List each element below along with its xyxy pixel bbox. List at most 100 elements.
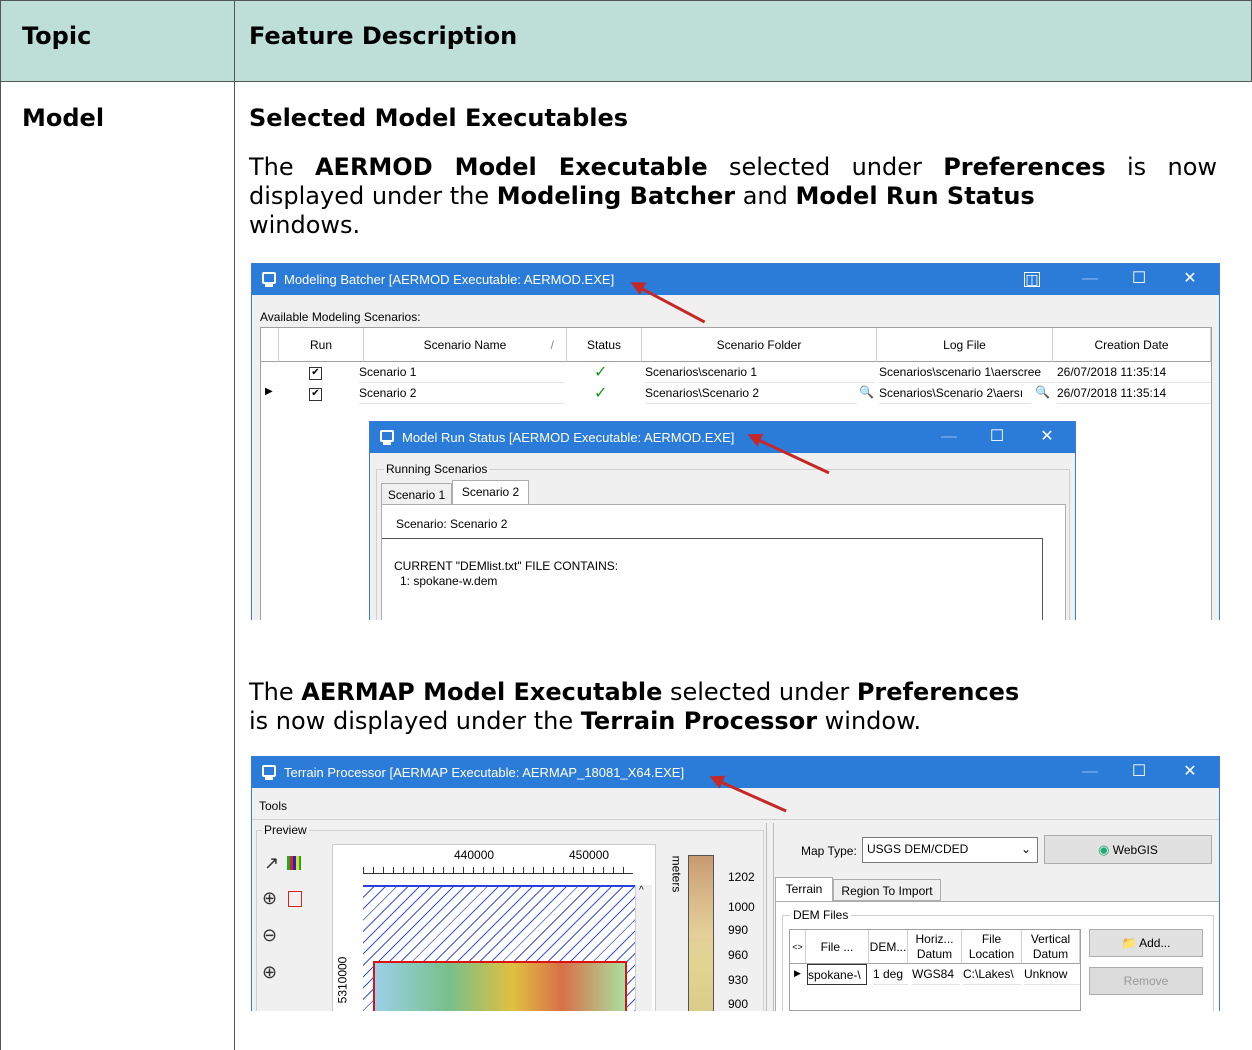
header-topic: Topic <box>22 22 92 50</box>
status-check-icon: ✓ <box>594 385 608 402</box>
browse-log-icon[interactable]: 🔍 <box>1035 385 1050 399</box>
minimize-icon[interactable]: — <box>1080 763 1100 781</box>
legend-value: 930 <box>728 973 749 987</box>
webgis-label: WebGIS <box>1112 843 1158 857</box>
header-feature-description: Feature Description <box>249 22 518 50</box>
log-line-1: CURRENT "DEMlist.txt" FILE CONTAINS: <box>394 559 619 573</box>
log-file-cell: Scenarios\Scenario 2\aersı <box>879 383 1031 404</box>
dem-type-cell: 1 deg <box>873 964 908 985</box>
minimize-icon[interactable]: — <box>939 428 959 446</box>
col-log-file[interactable]: Log File <box>877 328 1053 362</box>
grid-indicator-header <box>261 328 279 362</box>
map-scrollbar[interactable]: ^ <box>635 885 652 1011</box>
terrain-title: Terrain Processor [AERMAP Executable: AE… <box>284 765 685 780</box>
tab-region-to-import[interactable]: Region To Import <box>833 879 941 901</box>
close-icon[interactable]: ✕ <box>1180 763 1200 781</box>
app-icon <box>262 272 276 287</box>
terrain-map[interactable]: 440000 450000 5310000 ^ <box>332 844 656 1011</box>
dem-files-grid[interactable]: <> File ... DEM... Horiz... Datum File L… <box>789 929 1081 1011</box>
scenario-name-cell: Scenario 1 <box>359 362 564 383</box>
pointer-icon[interactable]: ↗ <box>264 853 279 874</box>
palette-icon[interactable] <box>287 856 301 870</box>
crosshair-icon[interactable]: ⊕ <box>262 962 277 983</box>
run-checkbox[interactable]: ✔ <box>309 388 322 401</box>
col-scenario-folder[interactable]: Scenario Folder <box>642 328 877 362</box>
app-icon <box>262 765 276 780</box>
zoom-out-icon[interactable]: ⊖ <box>262 925 277 946</box>
dem-location-cell: C:\Lakes\ <box>963 964 1021 985</box>
map-type-select[interactable]: USGS DEM/CDED ⌄ <box>862 837 1038 863</box>
maximize-icon[interactable]: ☐ <box>987 428 1007 446</box>
sort-indicator-icon: / <box>550 338 554 352</box>
dem-col-file-location[interactable]: File Location <box>962 930 1022 964</box>
legend-value: 1000 <box>728 900 755 914</box>
tab-scenario-1[interactable]: Scenario 1 <box>381 483 452 505</box>
runstatus-title: Model Run Status [AERMOD Executable: AER… <box>402 430 735 445</box>
table-header-row <box>0 0 1252 82</box>
batcher-titlebar[interactable]: Modeling Batcher [AERMOD Executable: AER… <box>252 264 1219 295</box>
legend-unit: meters <box>669 855 684 893</box>
globe-icon: ◉ <box>1098 842 1110 857</box>
zoom-in-icon[interactable]: ⊕ <box>262 888 277 909</box>
terrain-titlebar[interactable]: Terrain Processor [AERMAP Executable: AE… <box>252 757 1219 788</box>
legend-value: 1202 <box>728 870 755 884</box>
row-pointer-icon: ▶ <box>794 968 801 978</box>
batcher-title: Modeling Batcher [AERMOD Executable: AER… <box>284 272 615 287</box>
run-checkbox[interactable]: ✔ <box>309 367 322 380</box>
legend-value: 960 <box>728 948 749 962</box>
running-scenarios-label: Running Scenarios <box>384 462 490 476</box>
available-scenarios-label: Available Modeling Scenarios: <box>260 310 421 324</box>
folder-icon: 📁 <box>1121 936 1137 950</box>
legend-value: 990 <box>728 923 749 937</box>
tab-scenario-2[interactable]: Scenario 2 <box>452 480 529 505</box>
import-region <box>373 961 627 1011</box>
tab-terrain[interactable]: Terrain <box>775 877 833 902</box>
close-icon[interactable]: ✕ <box>1180 270 1200 288</box>
scenario-panel: Scenario: Scenario 2 CURRENT "DEMlist.tx… <box>381 504 1066 620</box>
select-region-icon[interactable] <box>288 891 302 907</box>
terrain-processor-window: Terrain Processor [AERMAP Executable: AE… <box>251 756 1220 1011</box>
runstatus-titlebar[interactable]: Model Run Status [AERMOD Executable: AER… <box>370 422 1075 453</box>
map-type-value: USGS DEM/CDED <box>867 842 969 856</box>
col-status[interactable]: Status <box>567 328 642 362</box>
col-scenario-name[interactable]: Scenario Name / <box>364 328 567 362</box>
dem-col-horiz-datum[interactable]: Horiz... Datum <box>908 930 962 964</box>
dem-files-label: DEM Files <box>790 908 852 922</box>
x-axis <box>363 867 633 874</box>
log-output[interactable]: CURRENT "DEMlist.txt" FILE CONTAINS: 1: … <box>382 538 1043 620</box>
feature-title: Selected Model Executables <box>249 104 629 132</box>
minimize-icon[interactable]: — <box>1080 270 1100 288</box>
maximize-icon[interactable]: ☐ <box>1129 270 1149 288</box>
map-type-label: Map Type: <box>801 844 857 858</box>
status-check-icon: ✓ <box>594 364 608 381</box>
add-label: Add... <box>1139 936 1171 950</box>
dem-col-select[interactable]: <> <box>790 930 806 964</box>
dem-col-vertical-datum[interactable]: Vertical Datum <box>1022 930 1080 964</box>
dem-col-dem[interactable]: DEM... <box>869 930 908 964</box>
scroll-up-icon[interactable]: ^ <box>639 885 644 896</box>
topic-model: Model <box>22 104 105 132</box>
close-icon[interactable]: ✕ <box>1037 428 1057 446</box>
dem-col-file[interactable]: File ... <box>806 930 869 964</box>
browse-folder-icon[interactable]: 🔍 <box>859 385 874 399</box>
webgis-button[interactable]: ◉ WebGIS <box>1044 835 1212 864</box>
add-dem-button[interactable]: 📁 Add... <box>1089 929 1203 957</box>
model-run-status-window: Model Run Status [AERMOD Executable: AER… <box>369 421 1076 620</box>
col-run[interactable]: Run <box>279 328 364 362</box>
dem-file-cell[interactable]: spokane-\ <box>807 964 867 985</box>
menu-divider <box>252 819 1219 820</box>
remove-dem-button[interactable]: Remove <box>1089 967 1203 995</box>
menu-tools[interactable]: Tools <box>259 799 287 813</box>
color-legend <box>688 855 714 1011</box>
maximize-icon[interactable]: ☐ <box>1129 763 1149 781</box>
dem-vertical-cell: Unknow <box>1024 964 1080 985</box>
paragraph-aermod: The AERMOD Model Executable selected und… <box>249 153 1217 239</box>
preview-label: Preview <box>262 823 309 837</box>
creation-date-cell: 26/07/2018 11:35:14 <box>1057 362 1211 383</box>
layout-icon[interactable]: ◫ <box>1024 272 1040 287</box>
pane-splitter[interactable] <box>766 823 774 1011</box>
col-creation-date[interactable]: Creation Date <box>1053 328 1211 362</box>
app-icon <box>380 430 394 445</box>
scenario-folder-cell: Scenarios\scenario 1 <box>645 362 875 383</box>
x-tick-2: 450000 <box>569 848 610 862</box>
